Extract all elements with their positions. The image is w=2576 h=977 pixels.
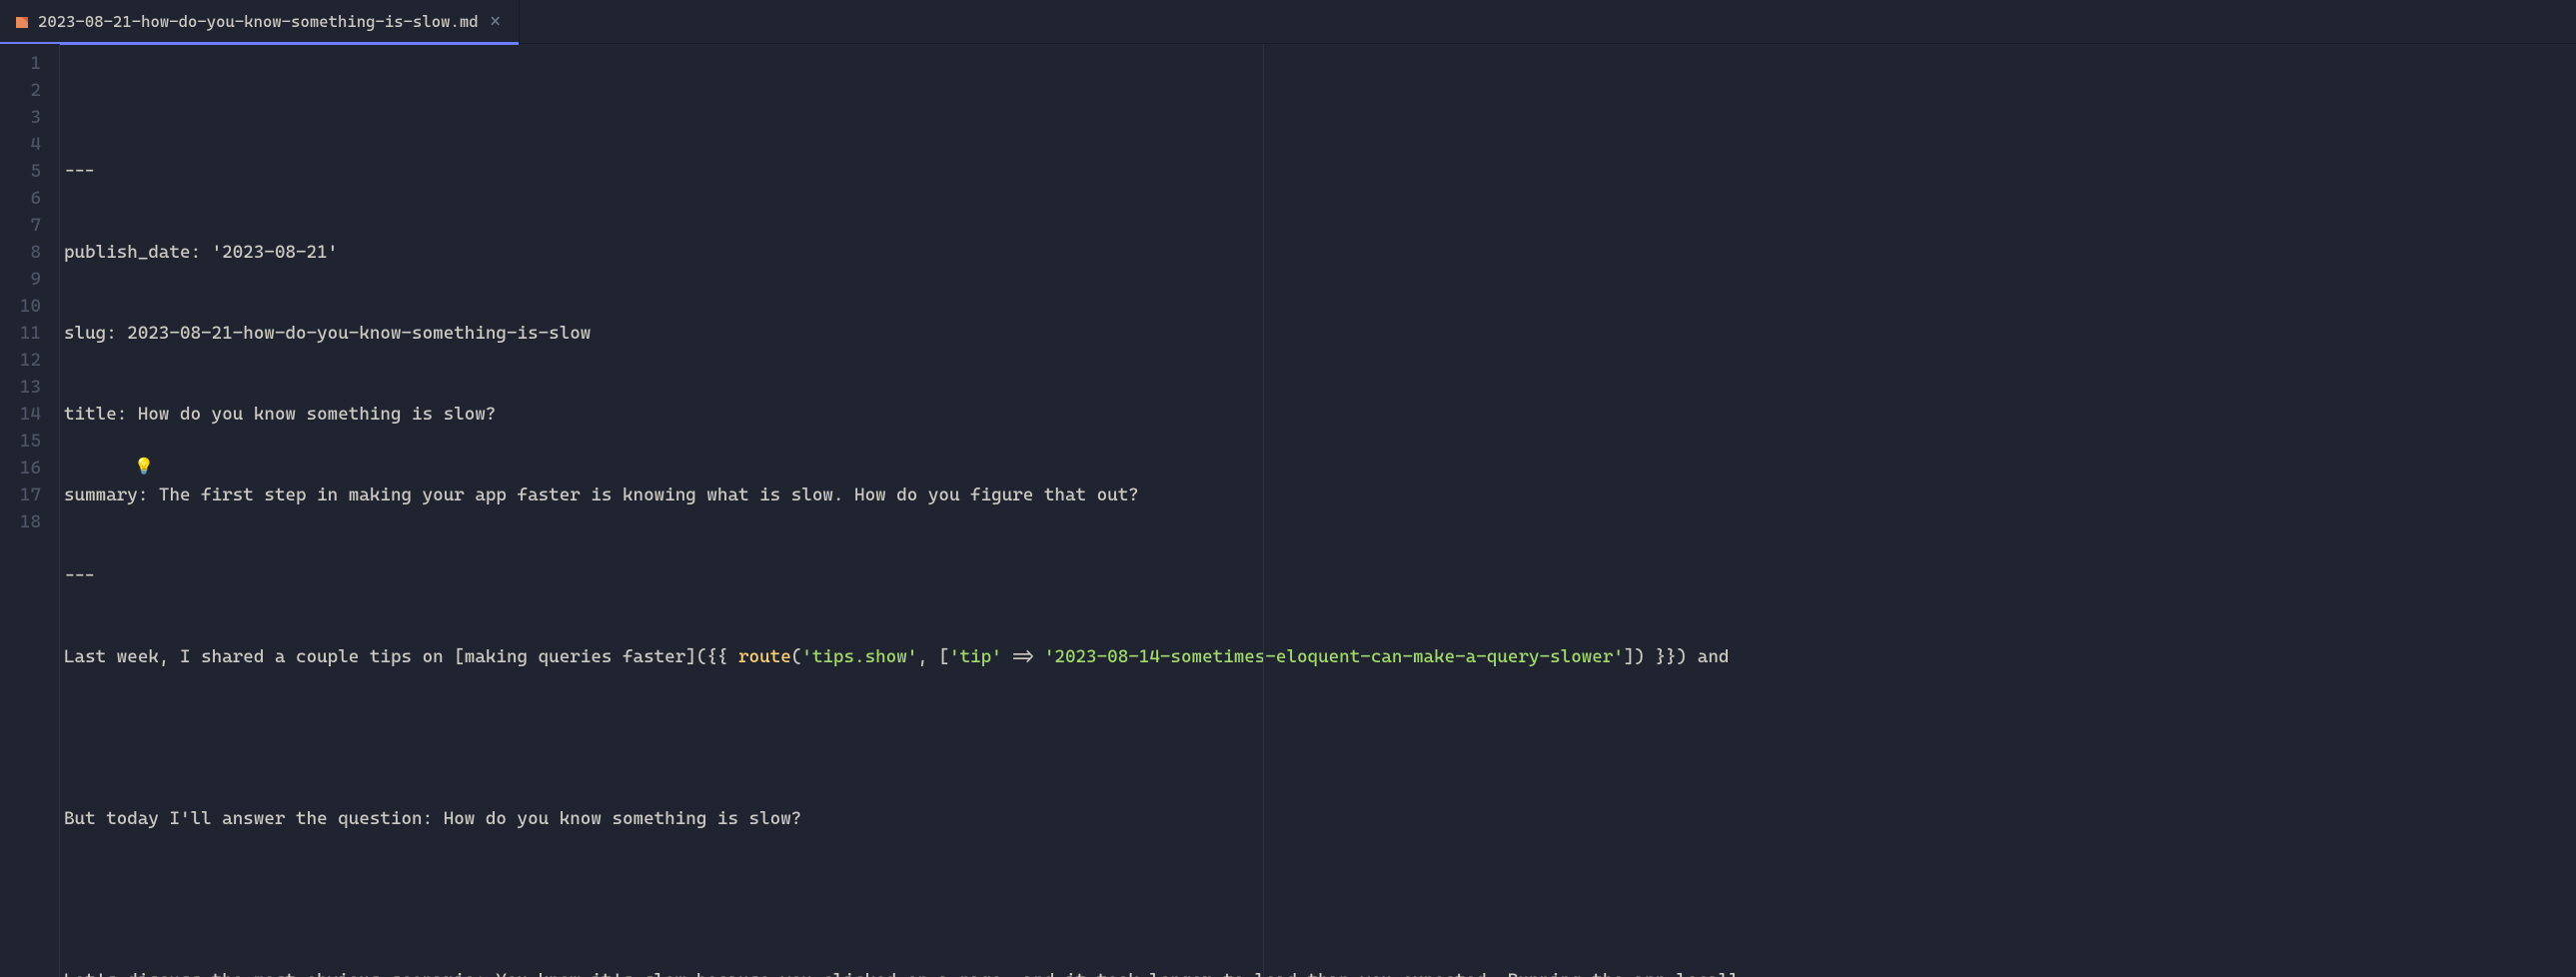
line-number: 7 xyxy=(0,212,59,239)
line-number: 4 xyxy=(0,131,59,158)
close-icon[interactable]: × xyxy=(487,13,505,31)
line-number: 8 xyxy=(0,239,59,266)
line-number: 3 xyxy=(0,104,59,131)
code-line: --- xyxy=(64,158,2576,185)
line-number: 18 xyxy=(0,508,59,535)
lightbulb-icon[interactable]: 💡 xyxy=(134,453,154,480)
line-number: 13 xyxy=(0,374,59,401)
line-number: 11 xyxy=(0,320,59,347)
code-line xyxy=(64,886,2576,913)
markdown-file-icon xyxy=(14,14,30,30)
line-number: 6 xyxy=(0,185,59,212)
line-number: 5 xyxy=(0,158,59,185)
ruler-line xyxy=(1263,44,1264,977)
line-number: 9 xyxy=(0,266,59,293)
code-line: Last week, I shared a couple tips on [ma… xyxy=(64,643,2576,670)
code-line: --- xyxy=(64,562,2576,589)
code-line: summary: The first step in making your a… xyxy=(64,482,2576,508)
line-number: 14 xyxy=(0,401,59,428)
tab-filename: 2023-08-21-how-do-you-know-something-is-… xyxy=(38,12,479,31)
editor-tab[interactable]: 2023-08-21-how-do-you-know-something-is-… xyxy=(0,0,520,43)
line-number: 2 xyxy=(0,77,59,104)
code-line: Let's discuss the most obvious scenario:… xyxy=(64,967,2576,977)
editor[interactable]: 123456789101112131415161718 💡 --- publis… xyxy=(0,44,2576,977)
code-line: publish_date: '2023-08-21' xyxy=(64,239,2576,266)
tab-bar: 2023-08-21-how-do-you-know-something-is-… xyxy=(0,0,2576,44)
line-number: 10 xyxy=(0,293,59,320)
code-line: title: How do you know something is slow… xyxy=(64,401,2576,428)
line-number: 16 xyxy=(0,455,59,482)
line-number: 17 xyxy=(0,482,59,508)
code-line xyxy=(64,724,2576,751)
line-number: 15 xyxy=(0,428,59,455)
code-line: But today I'll answer the question: How … xyxy=(64,805,2576,832)
line-number: 12 xyxy=(0,347,59,374)
line-number: 1 xyxy=(0,50,59,77)
code-line: slug: 2023-08-21-how-do-you-know-somethi… xyxy=(64,320,2576,347)
line-number-gutter: 123456789101112131415161718 xyxy=(0,44,60,977)
editor-content[interactable]: 💡 --- publish_date: '2023-08-21' slug: 2… xyxy=(60,44,2576,977)
